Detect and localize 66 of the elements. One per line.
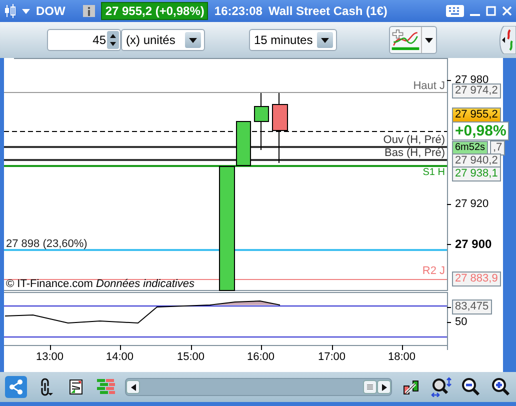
line-label: Bas (H, Pré) <box>384 147 445 159</box>
line-label: Ouv (H, Pré) <box>383 134 445 146</box>
caret-icon <box>189 38 197 42</box>
horizontal-scrollbar[interactable] <box>125 378 392 396</box>
bricks-icon <box>97 379 115 395</box>
share-button[interactable] <box>5 376 27 398</box>
instrument-name[interactable]: DOW <box>36 4 66 18</box>
axis-label: 50 <box>455 316 468 328</box>
price-label: 27 938,1 <box>452 166 501 182</box>
price-label: 27 974,2 <box>452 84 501 98</box>
right-arrow-icon <box>382 384 386 390</box>
zoom-in-icon <box>491 377 511 397</box>
price-label: +0,98% <box>452 122 510 140</box>
price-label: 27 883,9 <box>452 272 501 286</box>
axis-label: 27 900 <box>455 238 492 250</box>
caret-icon[interactable] <box>22 8 30 14</box>
maximize-icon[interactable] <box>486 6 496 16</box>
left-arrow-icon <box>130 384 136 390</box>
share-icon <box>8 379 24 395</box>
grip-icon <box>367 384 373 390</box>
candlestick-icon[interactable] <box>4 4 16 18</box>
document-icon <box>69 379 83 395</box>
close-icon[interactable] <box>502 6 512 16</box>
indicators-button[interactable] <box>389 26 437 54</box>
candlestick <box>272 92 288 164</box>
scroll-right-button[interactable] <box>377 380 391 394</box>
caret-icon <box>321 38 329 42</box>
zoom-out-button[interactable] <box>460 376 482 398</box>
scroll-thumb[interactable] <box>363 380 377 394</box>
caret-icon <box>425 38 433 42</box>
quantity-field[interactable]: 45 <box>47 29 121 51</box>
candlestick <box>254 92 269 150</box>
line-label: Haut J <box>413 80 445 92</box>
time-label: 16:00 <box>247 351 275 363</box>
time-label: 15:00 <box>177 351 205 363</box>
price-label: ,7 <box>490 140 506 156</box>
timer-label: 6m52s <box>452 141 488 155</box>
credit-text: © IT-Finance.com Données indicatives <box>6 278 194 290</box>
axis-label: 27 920 <box>455 198 489 210</box>
zoom-in-button[interactable] <box>490 376 512 398</box>
instrument-title: Wall Street Cash (1€) <box>268 4 388 18</box>
dropdown-button[interactable] <box>185 32 201 48</box>
zoom-out-icon <box>461 377 481 397</box>
time-label: 14:00 <box>106 351 134 363</box>
line-label: R2 J <box>422 265 445 277</box>
price-label: 27 955,2 <box>452 108 501 122</box>
clock-time: 16:23:08 <box>214 4 262 18</box>
keyboard-icon[interactable] <box>446 5 464 17</box>
wrench-icon <box>402 378 420 396</box>
link-icon <box>38 378 54 396</box>
time-label: 17:00 <box>318 351 346 363</box>
indicators-icon <box>390 28 421 52</box>
dropdown-button[interactable] <box>317 32 333 48</box>
spinner-icon[interactable] <box>107 31 119 49</box>
unit-select[interactable]: (x) unités <box>121 29 205 51</box>
axis-label: 27 980 <box>455 74 489 86</box>
price-label: 83,475 <box>452 300 492 314</box>
line-label: 27 898 (23,60%) <box>6 238 88 250</box>
zoom-fit-icon <box>430 377 452 397</box>
time-label: 18:00 <box>388 351 416 363</box>
time-label: 13:00 <box>36 351 64 363</box>
scroll-left-button[interactable] <box>126 380 140 394</box>
zoom-fit-button[interactable] <box>430 376 452 398</box>
period-select[interactable]: 15 minutes <box>249 29 337 51</box>
info-icon[interactable] <box>83 5 96 17</box>
price-badge: 27 955,2 (+0,98%) <box>101 2 208 20</box>
